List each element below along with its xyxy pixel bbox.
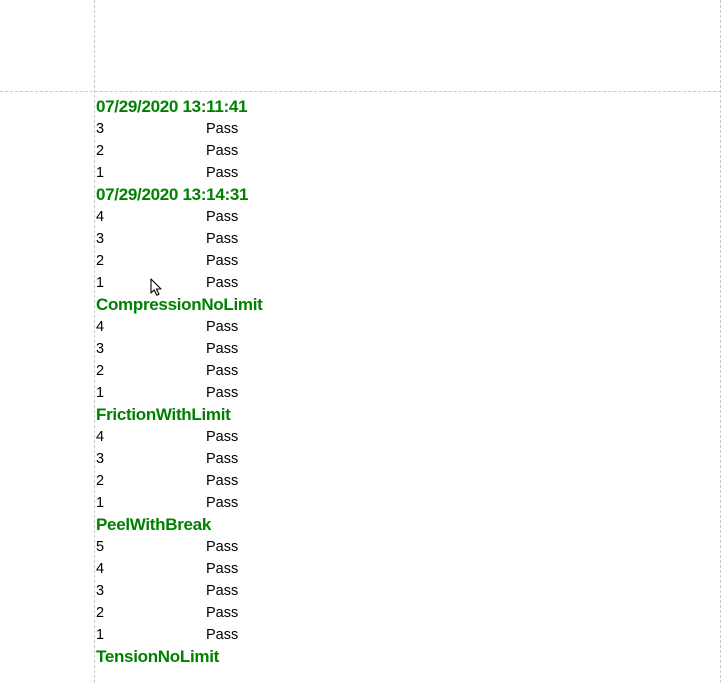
row-status: Pass (206, 580, 696, 602)
row-status: Pass (206, 206, 696, 228)
row-index: 1 (96, 162, 206, 184)
row-index: 3 (96, 580, 206, 602)
page-break-guide (0, 91, 721, 92)
row-status: Pass (206, 228, 696, 250)
table-row: 3Pass (96, 118, 696, 140)
table-row: 4Pass (96, 426, 696, 448)
table-row: 5Pass (96, 536, 696, 558)
row-index: 3 (96, 118, 206, 140)
row-status: Pass (206, 448, 696, 470)
row-status: Pass (206, 492, 696, 514)
table-row: 3Pass (96, 338, 696, 360)
table-row: 2Pass (96, 140, 696, 162)
row-index: 1 (96, 272, 206, 294)
row-status: Pass (206, 558, 696, 580)
row-status: Pass (206, 360, 696, 382)
row-index: 2 (96, 250, 206, 272)
row-index: 1 (96, 492, 206, 514)
row-status: Pass (206, 470, 696, 492)
table-row: 2Pass (96, 470, 696, 492)
row-index: 2 (96, 602, 206, 624)
table-row: 3Pass (96, 228, 696, 250)
table-row: 4Pass (96, 558, 696, 580)
row-index: 1 (96, 624, 206, 646)
group-header: TensionNoLimit (96, 646, 696, 668)
table-row: 2Pass (96, 602, 696, 624)
row-index: 3 (96, 448, 206, 470)
table-row: 4Pass (96, 206, 696, 228)
row-index: 4 (96, 558, 206, 580)
row-index: 1 (96, 382, 206, 404)
table-row: 1Pass (96, 624, 696, 646)
row-index: 3 (96, 338, 206, 360)
group-header: FrictionWithLimit (96, 404, 696, 426)
group-header: PeelWithBreak (96, 514, 696, 536)
row-status: Pass (206, 426, 696, 448)
row-index: 2 (96, 470, 206, 492)
row-status: Pass (206, 316, 696, 338)
row-index: 3 (96, 228, 206, 250)
report-content: 07/29/2020 13:11:413Pass2Pass1Pass07/29/… (96, 96, 696, 668)
table-row: 1Pass (96, 382, 696, 404)
row-status: Pass (206, 624, 696, 646)
group-header: CompressionNoLimit (96, 294, 696, 316)
table-row: 1Pass (96, 492, 696, 514)
table-row: 1Pass (96, 162, 696, 184)
row-status: Pass (206, 140, 696, 162)
row-status: Pass (206, 382, 696, 404)
row-index: 4 (96, 316, 206, 338)
report-canvas: 07/29/2020 13:11:413Pass2Pass1Pass07/29/… (0, 0, 721, 683)
page-margin-guide-left (94, 0, 95, 683)
row-status: Pass (206, 162, 696, 184)
row-index: 2 (96, 140, 206, 162)
row-status: Pass (206, 272, 696, 294)
row-index: 4 (96, 206, 206, 228)
row-index: 5 (96, 536, 206, 558)
table-row: 2Pass (96, 250, 696, 272)
row-status: Pass (206, 250, 696, 272)
table-row: 3Pass (96, 580, 696, 602)
table-row: 1Pass (96, 272, 696, 294)
group-header: 07/29/2020 13:11:41 (96, 96, 696, 118)
table-row: 2Pass (96, 360, 696, 382)
table-row: 3Pass (96, 448, 696, 470)
row-status: Pass (206, 536, 696, 558)
row-status: Pass (206, 118, 696, 140)
row-index: 4 (96, 426, 206, 448)
row-status: Pass (206, 338, 696, 360)
group-header: 07/29/2020 13:14:31 (96, 184, 696, 206)
row-index: 2 (96, 360, 206, 382)
row-status: Pass (206, 602, 696, 624)
table-row: 4Pass (96, 316, 696, 338)
